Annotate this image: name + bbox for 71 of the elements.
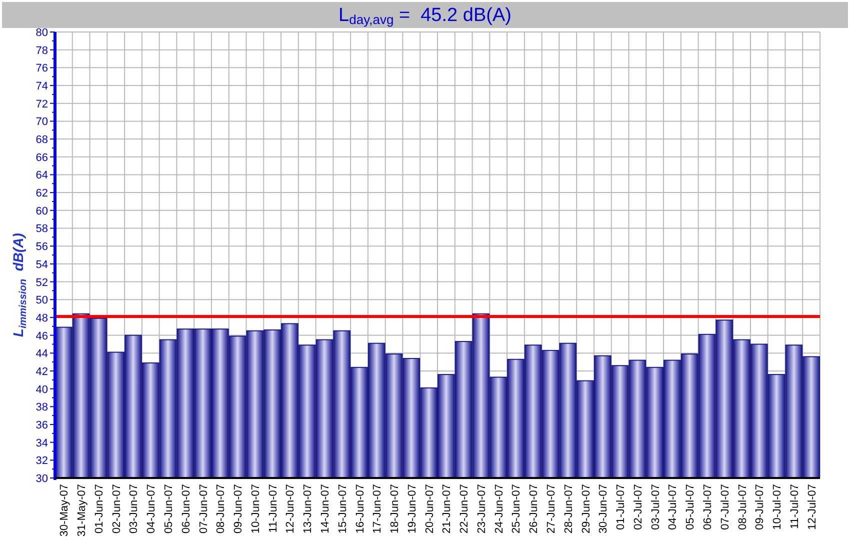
category-label: 06-Jul-07 (702, 484, 714, 530)
category-label: 03-Jun-07 (128, 484, 140, 534)
category-label: 20-Jun-07 (424, 484, 436, 534)
category-label: 11-Jul-07 (788, 484, 801, 530)
tick-label: 46 (36, 330, 48, 342)
category-label: 14-Jun-07 (320, 484, 332, 534)
tick-label: 50 (36, 294, 48, 307)
category-label: 06-Jun-07 (180, 484, 192, 534)
category-label: 04-Jun-07 (146, 484, 158, 534)
tick-label: 66 (36, 152, 48, 164)
tick-label: 72 (36, 98, 48, 110)
category-label: 10-Jul-07 (772, 484, 784, 530)
category-label: 12-Jul-07 (806, 484, 818, 530)
category-label: 13-Jun-07 (302, 484, 314, 534)
category-label: 09-Jul-07 (754, 484, 766, 530)
category-label: 04-Jul-07 (667, 484, 680, 530)
tick-label: 44 (36, 348, 48, 360)
category-label: 22-Jun-07 (458, 484, 471, 534)
tick-label: 38 (36, 402, 48, 414)
category-label: 12-Jun-07 (284, 484, 297, 534)
category-label: 05-Jun-07 (163, 484, 175, 534)
tick-label: 68 (36, 134, 48, 146)
tick-label: 70 (36, 116, 48, 128)
category-label: 01-Jul-07 (615, 484, 628, 530)
tick-label: 74 (36, 80, 48, 93)
tick-label: 42 (36, 366, 48, 378)
category-label: 19-Jun-07 (406, 484, 418, 534)
category-label: 26-Jun-07 (528, 484, 540, 534)
tick-label: 30 (36, 473, 48, 485)
tick-label: 60 (36, 205, 48, 218)
category-label: 30-Jun-07 (598, 484, 610, 534)
category-label: 25-Jun-07 (510, 484, 523, 534)
tick-label: 52 (36, 276, 48, 289)
category-label: 23-Jun-07 (476, 484, 488, 534)
category-label: 07-Jun-07 (198, 484, 210, 534)
category-label: 29-Jun-07 (580, 484, 592, 534)
tick-label: 34 (36, 437, 48, 450)
category-label: 18-Jun-07 (389, 484, 402, 534)
tick-label: 58 (36, 223, 48, 236)
category-label: 24-Jun-07 (493, 484, 506, 534)
tick-label: 54 (36, 258, 48, 271)
category-label: 07-Jul-07 (719, 484, 732, 530)
tick-label: 48 (36, 312, 48, 324)
category-label: 28-Jun-07 (562, 484, 575, 534)
category-label: 30-May-07 (58, 484, 71, 537)
tick-label: 80 (36, 28, 48, 39)
category-label: 27-Jun-07 (546, 484, 558, 534)
tick-label: 56 (36, 241, 48, 254)
category-label: 03-Jul-07 (650, 484, 662, 530)
tick-label: 32 (36, 455, 48, 468)
tick-label: 36 (36, 419, 48, 432)
category-label: 05-Jul-07 (684, 484, 697, 530)
tick-label: 76 (36, 62, 48, 75)
category-label: 02-Jun-07 (110, 484, 123, 534)
category-label: 01-Jun-07 (93, 484, 106, 534)
tick-label: 40 (36, 384, 48, 396)
tick-label: 64 (36, 170, 48, 182)
category-label: 02-Jul-07 (632, 484, 644, 530)
category-label: 21-Jun-07 (441, 484, 454, 534)
category-label: 08-Jun-07 (215, 484, 228, 534)
category-label: 17-Jun-07 (372, 484, 384, 534)
tick-label: 78 (36, 44, 48, 57)
category-label: 16-Jun-07 (354, 484, 366, 534)
tick-label: 62 (36, 188, 48, 200)
category-label: 08-Jul-07 (736, 484, 749, 530)
category-label: 09-Jun-07 (232, 484, 245, 534)
chart-title: L$_{day,avg}$ = 45.2 dB(A) (338, 6, 512, 24)
category-label: 11-Jun-07 (267, 484, 280, 533)
category-label: 10-Jun-07 (250, 484, 262, 534)
category-label: 15-Jun-07 (336, 484, 349, 534)
category-label: 31-May-07 (76, 484, 88, 537)
